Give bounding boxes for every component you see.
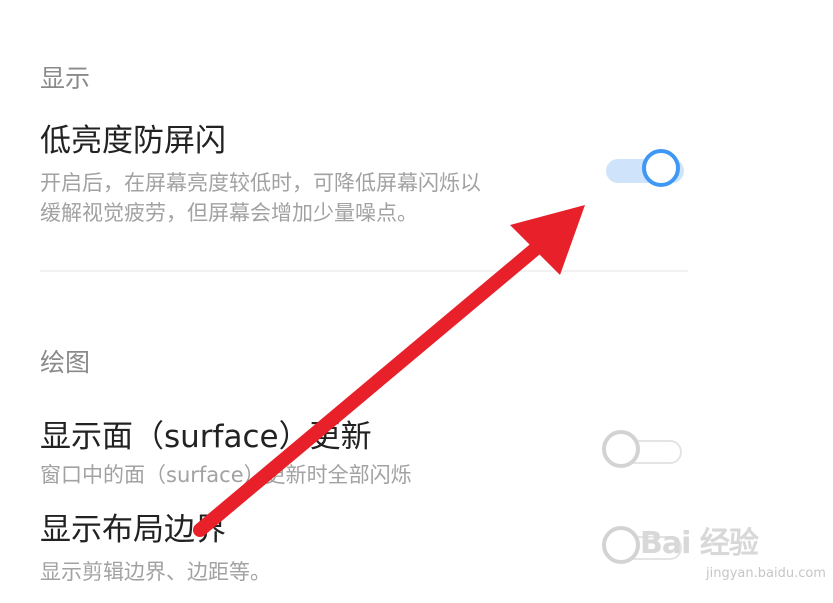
show-surface-updates-toggle[interactable] <box>602 430 684 474</box>
toggle-knob <box>602 526 640 564</box>
show-layout-bounds-title: 显示布局边界 <box>40 512 226 548</box>
watermark-site: jingyan.baidu.com <box>706 566 826 581</box>
low-brightness-flicker-description-line2: 缓解视觉疲劳，但屏幕会增加少量噪点。 <box>40 201 418 225</box>
low-brightness-flicker-title: 低亮度防屏闪 <box>40 123 226 159</box>
section-divider <box>40 270 688 272</box>
toggle-knob <box>642 149 680 187</box>
low-brightness-flicker-description-line1: 开启后，在屏幕亮度较低时，可降低屏幕闪烁以 <box>40 171 481 195</box>
show-layout-bounds-description: 显示剪辑边界、边距等。 <box>40 560 271 584</box>
toggle-knob <box>602 430 640 468</box>
low-brightness-flicker-toggle[interactable] <box>604 149 686 193</box>
section-title-display: 显示 <box>40 64 91 93</box>
watermark-logo: Bai 经验 <box>640 526 759 561</box>
low-brightness-flicker-description: 开启后，在屏幕亮度较低时，可降低屏幕闪烁以 缓解视觉疲劳，但屏幕会增加少量噪点。 <box>40 168 481 228</box>
show-surface-updates-title: 显示面（surface）更新 <box>40 419 372 455</box>
baidu-jingyan-watermark: Bai 经验 jingyan.baidu.com <box>636 512 826 592</box>
arrow-head <box>510 205 585 275</box>
section-title-drawing: 绘图 <box>40 348 91 377</box>
show-surface-updates-description: 窗口中的面（surface）更新时全部闪烁 <box>40 463 412 487</box>
